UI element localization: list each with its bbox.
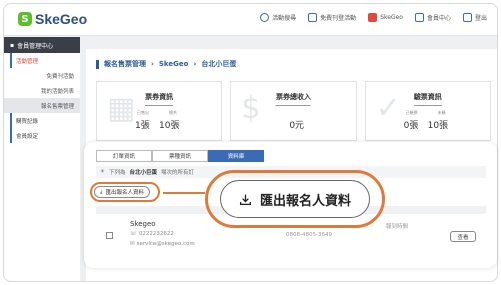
attendee-phone: ☏ 0222232622 [130,231,174,237]
search-icon [260,13,270,22]
download-icon [239,193,252,206]
chevron-right-icon: › [193,60,197,68]
view-button[interactable]: 查看 [450,231,476,242]
row-checkbox[interactable] [106,232,113,239]
nav-logout[interactable]: 登出 [462,13,487,22]
export-callout-label: 匯出報名人資料 [259,193,351,209]
coin-icon: $ [241,91,261,126]
logout-icon [462,13,472,22]
stat-value: 1張 [135,121,150,131]
nav-brand[interactable]: SkeGeo [368,13,403,22]
tab-ticket-info[interactable]: 票種資訊 [152,150,208,162]
sidebar-item-my-events[interactable]: 我的活動列表 [4,83,80,98]
mail-icon: ✉ [130,241,135,247]
lightbulb-icon: ☀ [100,169,105,175]
stat-validation: ✓ 驗票資訊 已驗票 未驗 0張 10張 [364,81,491,141]
phone-icon: ☏ [130,231,137,237]
ticket-code: 0808-4805-3649 [286,232,332,238]
top-bar: S SkeGeo 活動搜尋 免費刊登活動 SkeGeo 會員中心 登出 [4,4,497,36]
logo-mark-icon: S [18,12,32,26]
callout-connector [163,192,205,194]
sidebar-item-settings[interactable]: 會員設定 [10,128,80,143]
attendee-email: ✉ service@skegeo.com [130,241,195,247]
nav-logout-label: 登出 [474,15,487,22]
stat-title: 票券總收入 [275,92,311,106]
checkin-status: 報到時間 [386,224,409,230]
breadcrumb-marker [96,59,99,69]
stat-small-label: 已驗票 [405,110,418,115]
tab-order-info[interactable]: 訂單資訊 [96,150,152,162]
stats-row: ▦ 票券資訊 已售出 總共 1張 10張 $ 票券總收入 0元 ✓ 驗票資訊 已… [96,81,491,141]
nav-member-label: 會員中心 [426,15,451,22]
user-icon [414,13,424,22]
stat-small-label: 總共 [169,110,177,115]
stat-value: 0元 [289,121,305,131]
sidebar: ▪ 會員管理中心 活動管理 免費刊活動 我的活動列表 報名售票管理 購買記錄 會… [4,37,80,281]
sidebar-item-event-management[interactable]: 活動管理 [10,53,80,68]
tip-suffix: 場次的所有訂 [160,170,194,176]
email-value: service@skegeo.com [136,241,195,247]
chevron-right-icon: › [151,60,154,68]
stat-ticket-info: ▦ 票券資訊 已售出 總共 1張 10張 [96,81,223,141]
stat-value: 0張 [403,121,419,131]
breadcrumb-item[interactable]: 報名售票管理 [104,59,146,69]
stat-value: 10張 [159,121,180,131]
tip-event: 台北小巨蛋 [129,170,157,176]
tip-prefix: 下列為 [108,170,126,176]
logo[interactable]: S SkeGeo [18,11,87,27]
breadcrumb-item[interactable]: SkeGeo [159,60,189,68]
stat-value: 10張 [427,121,449,131]
sidebar-item-free-post[interactable]: 免費刊活動 [4,68,80,83]
stat-small-label: 未驗 [437,110,446,115]
stat-title: 驗票資訊 [413,92,442,106]
sidebar-title: ▪ 會員管理中心 [4,37,80,53]
stat-title: 票券資訊 [145,92,174,106]
nav-search-label: 活動搜尋 [272,15,297,22]
breadcrumb-item: 台北小巨蛋 [201,60,237,68]
stat-small-label: 已售出 [137,110,149,115]
edit-icon [308,13,318,22]
phone-value: 0222232622 [138,231,174,237]
brand-icon [368,13,378,22]
attendee-name: Skegeo [130,220,156,228]
tab-bar: 訂單資訊 票種資訊 資料庫 [96,150,264,162]
top-nav: 活動搜尋 免費刊登活動 SkeGeo 會員中心 登出 [260,13,487,22]
export-button-callout[interactable]: 匯出報名人資料 [220,180,370,218]
sidebar-item-registration[interactable]: 報名售票管理 [4,98,80,113]
breadcrumb: 報名售票管理 › SkeGeo › 台北小巨蛋 [96,59,236,69]
nav-search[interactable]: 活動搜尋 [260,13,296,22]
nav-member[interactable]: 會員中心 [414,13,451,22]
highlight-ring [90,182,160,202]
user-icon: ▪ [10,41,15,49]
sidebar-item-purchases[interactable]: 購買記錄 [10,113,80,128]
logo-text: SkeGeo [35,11,88,27]
nav-post-event[interactable]: 免費刊登活動 [308,13,356,22]
tab-database[interactable]: 資料庫 [208,150,264,162]
nav-post-label: 免費刊登活動 [320,15,357,22]
sidebar-title-text: 會員管理中心 [17,42,54,50]
stat-revenue: $ 票券總收入 0元 [230,81,357,141]
nav-brand-label: SkeGeo [380,14,403,21]
